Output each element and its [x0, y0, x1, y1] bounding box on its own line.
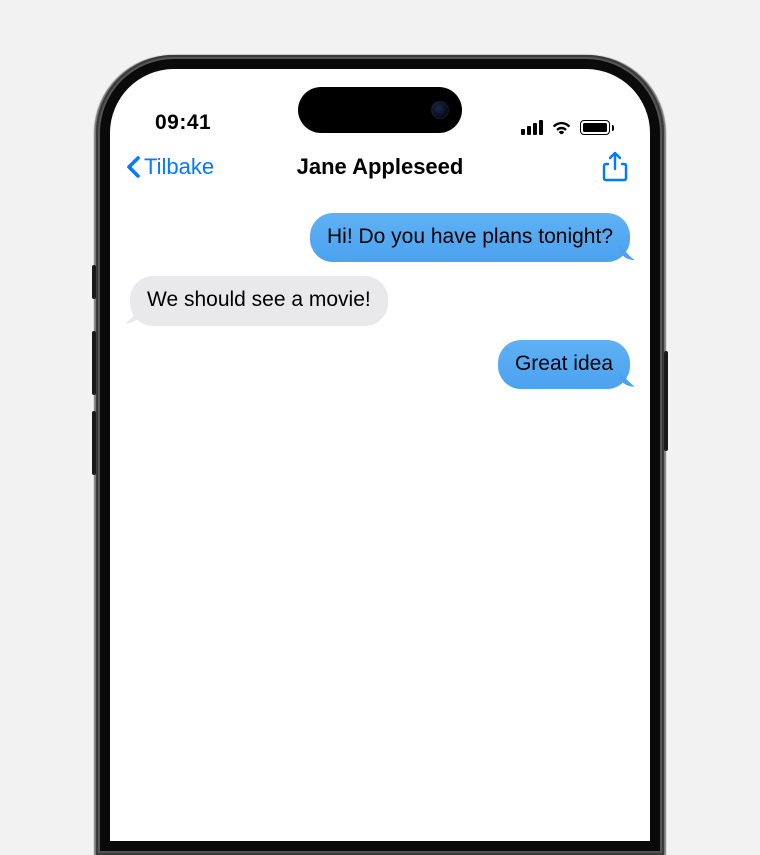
front-camera [431, 101, 449, 119]
message-row: We should see a movie! [130, 276, 630, 325]
message-bubble-sent[interactable]: Great idea [498, 340, 630, 389]
back-button-label: Tilbake [144, 154, 214, 180]
mute-switch[interactable] [92, 265, 96, 299]
wifi-icon [551, 120, 572, 135]
chevron-left-icon [126, 155, 142, 179]
message-list[interactable]: Hi! Do you have plans tonight? We should… [110, 193, 650, 423]
share-icon [602, 151, 628, 183]
phone-frame: 09:41 Tilbake Jane Appleseed [96, 55, 664, 855]
volume-up-button[interactable] [92, 331, 96, 395]
dynamic-island [298, 87, 462, 133]
battery-icon [580, 120, 614, 135]
back-button[interactable]: Tilbake [126, 154, 214, 180]
nav-bar: Tilbake Jane Appleseed [110, 141, 650, 193]
volume-down-button[interactable] [92, 411, 96, 475]
message-bubble-sent[interactable]: Hi! Do you have plans tonight? [310, 213, 630, 262]
page-title: Jane Appleseed [297, 154, 464, 180]
share-button[interactable] [602, 151, 628, 183]
message-row: Hi! Do you have plans tonight? [130, 213, 630, 262]
message-row: Great idea [130, 340, 630, 389]
message-bubble-received[interactable]: We should see a movie! [130, 276, 388, 325]
cellular-signal-icon [521, 120, 543, 135]
power-button[interactable] [664, 351, 668, 451]
screen: 09:41 Tilbake Jane Appleseed [110, 69, 650, 841]
